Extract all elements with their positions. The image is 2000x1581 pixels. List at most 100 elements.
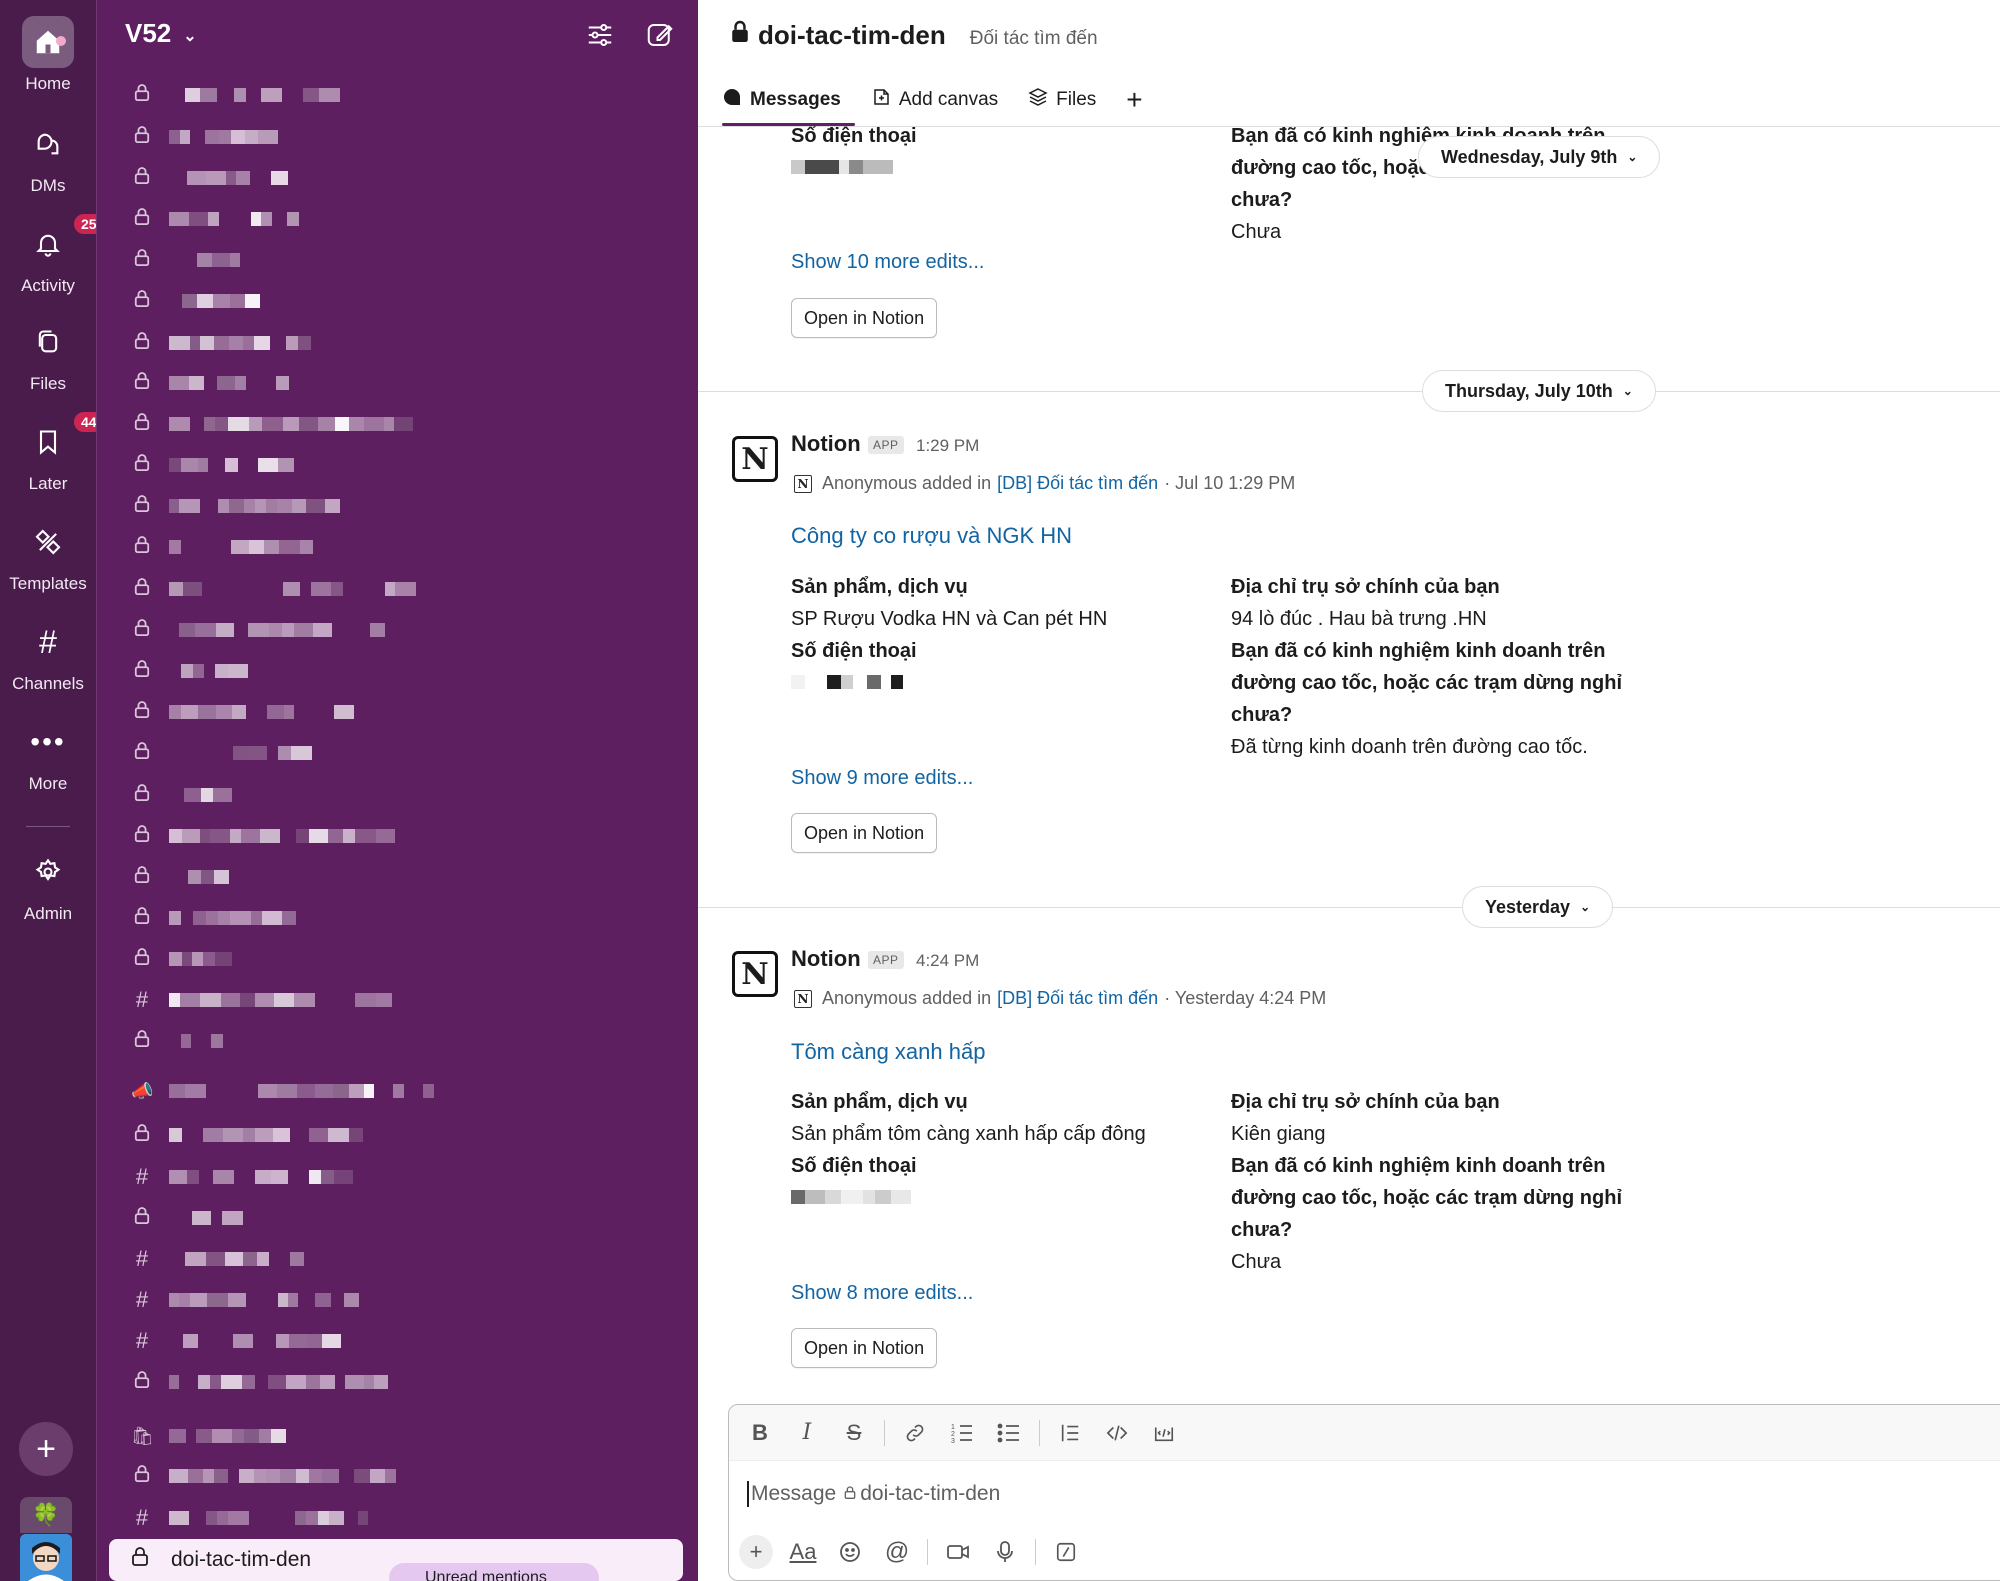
rail-home[interactable]: Home bbox=[0, 16, 96, 94]
bulleted-list-icon[interactable] bbox=[992, 1416, 1026, 1450]
open-in-notion-button[interactable]: Open in Notion bbox=[791, 813, 938, 853]
sidebar-item-redacted[interactable] bbox=[131, 164, 671, 192]
sidebar-item-redacted[interactable] bbox=[131, 904, 671, 932]
show-more-edits-link[interactable]: Show 8 more edits... bbox=[791, 1282, 973, 1305]
slash-command-icon[interactable] bbox=[1049, 1535, 1083, 1569]
day-divider-pill[interactable]: Thursday, July 10th ⌄ bbox=[1422, 370, 1656, 412]
sidebar-item-redacted[interactable] bbox=[131, 739, 671, 767]
show-more-edits-link[interactable]: Show 10 more edits... bbox=[791, 251, 984, 274]
sidebar-item-redacted[interactable]: # bbox=[131, 1163, 671, 1191]
rail-home-label: Home bbox=[25, 74, 71, 93]
channel-name-redacted bbox=[169, 1293, 369, 1307]
unread-mentions-button[interactable]: Unread mentions bbox=[389, 1563, 599, 1581]
sidebar-item-redacted[interactable] bbox=[131, 657, 671, 685]
rail-templates[interactable]: Templates bbox=[0, 516, 96, 594]
entry-title-link[interactable]: Tôm càng xanh hấp bbox=[791, 1039, 985, 1065]
ordered-list-icon[interactable]: 123 bbox=[945, 1416, 979, 1450]
sidebar-item-redacted[interactable] bbox=[131, 451, 671, 479]
sidebar-item-redacted[interactable]: 📣 bbox=[131, 1077, 671, 1105]
filter-icon[interactable] bbox=[585, 20, 617, 52]
strikethrough-icon[interactable]: S bbox=[837, 1416, 871, 1450]
tab-add-canvas[interactable]: Add canvas bbox=[871, 87, 998, 113]
code-icon[interactable] bbox=[1100, 1416, 1134, 1450]
sidebar-item-redacted[interactable] bbox=[131, 575, 671, 603]
emoji-icon[interactable] bbox=[833, 1535, 867, 1569]
sidebar-item-redacted[interactable] bbox=[131, 945, 671, 973]
meta-when: · Yesterday 4:24 PM bbox=[1164, 988, 1327, 1008]
video-icon[interactable] bbox=[941, 1535, 975, 1569]
gear-icon bbox=[22, 846, 74, 898]
rail-later[interactable]: 44 Later bbox=[0, 410, 106, 494]
meta-database-link[interactable]: [DB] Đối tác tìm đến bbox=[997, 473, 1158, 494]
rail-admin[interactable]: Admin bbox=[0, 846, 96, 924]
rail-more[interactable]: ••• More bbox=[0, 716, 96, 794]
entry-title-link[interactable]: Công ty co rượu và NGK HN bbox=[791, 523, 1072, 549]
channel-name-redacted bbox=[169, 952, 249, 966]
add-tab-button[interactable]: + bbox=[1126, 84, 1142, 116]
sidebar-item-redacted[interactable] bbox=[131, 822, 671, 850]
channel-header[interactable]: doi-tac-tim-den Đối tác tìm đến bbox=[730, 20, 1098, 51]
sidebar-item-redacted[interactable] bbox=[131, 205, 671, 233]
sidebar-item-redacted[interactable] bbox=[131, 1027, 671, 1055]
rail-activity-label: Activity bbox=[21, 276, 75, 295]
link-icon[interactable] bbox=[898, 1416, 932, 1450]
bold-icon[interactable]: B bbox=[743, 1416, 777, 1450]
sidebar-item-redacted[interactable]: # bbox=[131, 1286, 671, 1314]
day-divider-label: Yesterday bbox=[1485, 896, 1571, 917]
show-more-edits-link[interactable]: Show 9 more edits... bbox=[791, 767, 973, 790]
sidebar-item-redacted[interactable] bbox=[131, 533, 671, 561]
sidebar-item-redacted[interactable] bbox=[131, 1204, 671, 1232]
sidebar-item-redacted[interactable]: # bbox=[131, 1504, 671, 1532]
avatar[interactable] bbox=[20, 1534, 72, 1581]
sidebar-item-redacted[interactable] bbox=[131, 492, 671, 520]
microphone-icon[interactable] bbox=[988, 1535, 1022, 1569]
code-block-icon[interactable] bbox=[1147, 1416, 1181, 1450]
plus-icon[interactable]: + bbox=[739, 1535, 773, 1569]
tab-messages[interactable]: Messages bbox=[722, 87, 841, 113]
sidebar-item-redacted[interactable] bbox=[131, 1121, 671, 1149]
day-divider-pill[interactable]: Wednesday, July 9th ⌄ bbox=[1418, 136, 1661, 178]
sidebar-item-redacted[interactable] bbox=[131, 1462, 671, 1490]
formatting-icon[interactable]: Aa bbox=[786, 1535, 820, 1569]
message-timestamp[interactable]: 1:29 PM bbox=[916, 436, 979, 456]
message-timestamp[interactable]: 4:24 PM bbox=[916, 951, 979, 971]
sidebar-item-redacted[interactable] bbox=[131, 616, 671, 644]
workspace-switcher-icon[interactable]: 🍀 bbox=[20, 1497, 72, 1533]
message-input[interactable]: Message doi-tac-tim-den bbox=[747, 1481, 1000, 1507]
rail-activity[interactable]: 25 Activity bbox=[0, 212, 106, 296]
rail-later-label: Later bbox=[28, 474, 68, 493]
mention-icon[interactable]: @ bbox=[880, 1535, 914, 1569]
sidebar-item-redacted[interactable] bbox=[131, 781, 671, 809]
sidebar-item-redacted[interactable]: # bbox=[131, 986, 671, 1014]
sidebar-item-redacted[interactable] bbox=[131, 287, 671, 315]
sidebar-item-redacted[interactable] bbox=[131, 329, 671, 357]
sidebar-item-redacted[interactable] bbox=[131, 410, 671, 438]
compose-icon[interactable] bbox=[645, 20, 677, 52]
message-sender[interactable]: Notion bbox=[791, 946, 861, 972]
sidebar-item-redacted[interactable] bbox=[131, 123, 671, 151]
notion-logo-icon[interactable]: N bbox=[732, 951, 778, 997]
sidebar-item-redacted[interactable] bbox=[131, 1368, 671, 1396]
open-in-notion-button[interactable]: Open in Notion bbox=[791, 1328, 938, 1368]
sidebar-item-redacted[interactable] bbox=[131, 698, 671, 726]
blockquote-icon[interactable] bbox=[1053, 1416, 1087, 1450]
sidebar-item-redacted[interactable] bbox=[131, 246, 671, 274]
add-workspace-button[interactable]: + bbox=[19, 1422, 73, 1476]
sidebar-item-redacted[interactable]: 🛍 bbox=[131, 1422, 671, 1450]
sidebar-item-redacted[interactable] bbox=[131, 81, 671, 109]
meta-database-link[interactable]: [DB] Đối tác tìm đến bbox=[997, 988, 1158, 1009]
workspace-name-button[interactable]: V52 ⌄ bbox=[125, 18, 197, 49]
sidebar-item-redacted[interactable] bbox=[131, 369, 671, 397]
italic-icon[interactable]: I bbox=[790, 1416, 824, 1450]
rail-files[interactable]: Files bbox=[0, 316, 96, 394]
rail-dms[interactable]: DMs bbox=[0, 118, 96, 196]
rail-channels[interactable]: # Channels bbox=[0, 616, 96, 694]
message-sender[interactable]: Notion bbox=[791, 431, 861, 457]
sidebar-item-redacted[interactable] bbox=[131, 863, 671, 891]
sidebar-item-redacted[interactable]: # bbox=[131, 1327, 671, 1355]
sidebar-item-redacted[interactable]: # bbox=[131, 1245, 671, 1273]
tab-files[interactable]: Files bbox=[1028, 87, 1096, 113]
notion-logo-icon[interactable]: N bbox=[732, 436, 778, 482]
day-divider-pill[interactable]: Yesterday ⌄ bbox=[1462, 886, 1614, 928]
open-in-notion-button[interactable]: Open in Notion bbox=[791, 298, 938, 338]
